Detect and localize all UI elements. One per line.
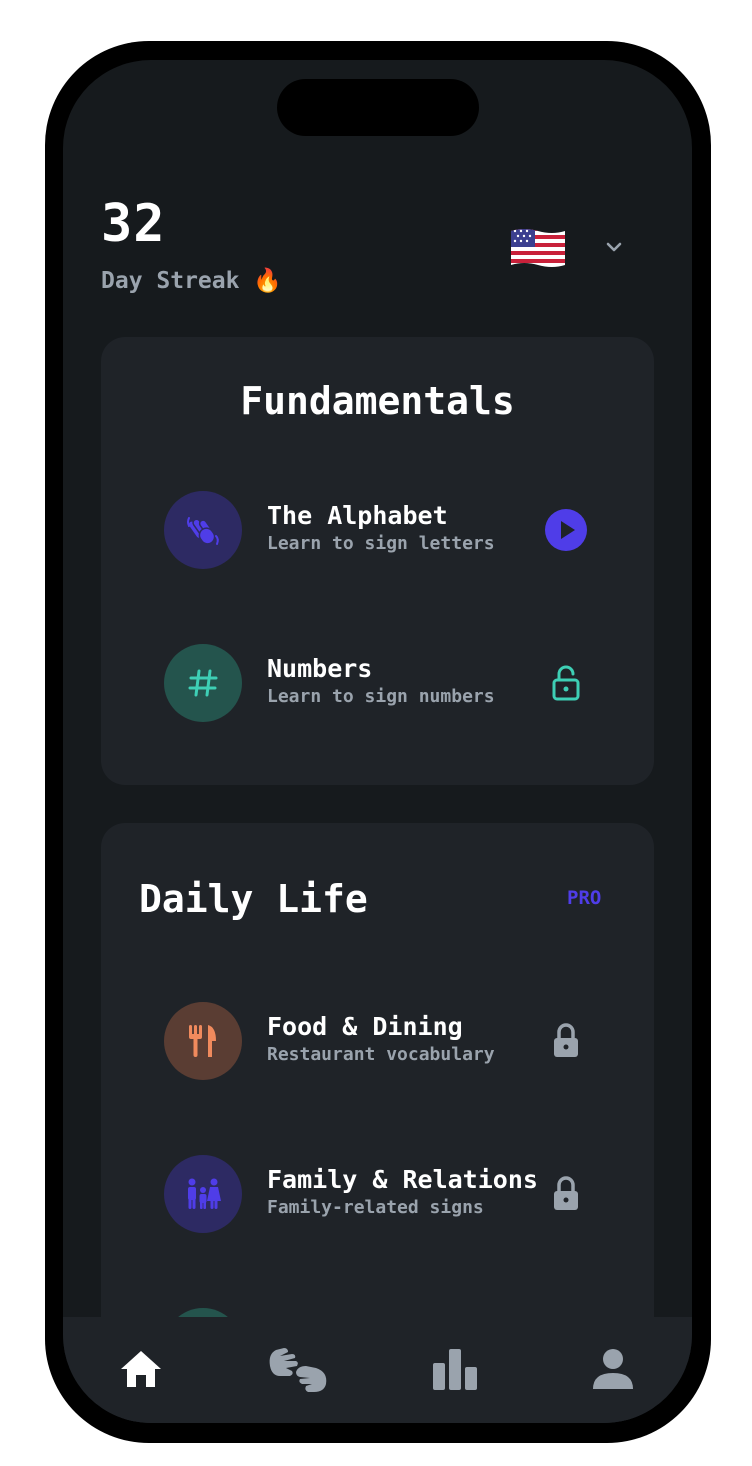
lock-icon — [554, 1023, 578, 1057]
section-title: Fundamentals — [240, 379, 515, 423]
dynamic-island — [277, 79, 479, 136]
lesson-subtitle: Restaurant vocabulary — [267, 1044, 495, 1065]
language-selector[interactable] — [509, 220, 639, 274]
pro-badge: PRO — [567, 887, 602, 909]
section-title: Daily Life — [139, 877, 368, 921]
home-icon — [121, 1351, 161, 1387]
lesson-title: The Alphabet — [267, 501, 448, 530]
lesson-subtitle: Learn to sign numbers — [267, 686, 495, 707]
tab-profile[interactable] — [578, 1339, 648, 1399]
lesson-title: Numbers — [267, 654, 373, 683]
app-screen: 32 Day Streak 🔥 Fundamentals The Alphabe… — [63, 60, 692, 1423]
stats-icon — [433, 1349, 477, 1390]
utensils-icon — [164, 1002, 242, 1080]
streak-label: Day Streak 🔥 — [101, 268, 282, 294]
tab-stats[interactable] — [420, 1339, 490, 1399]
lesson-item-family[interactable]: Family & Relations Family-related signs — [164, 1155, 594, 1233]
lesson-subtitle: Family-related signs — [267, 1197, 484, 1218]
lesson-item-numbers[interactable]: Numbers Learn to sign numbers — [164, 644, 594, 722]
lesson-title: Family & Relations — [267, 1165, 538, 1194]
tab-home[interactable] — [106, 1339, 176, 1399]
unlock-icon — [552, 665, 580, 701]
family-icon — [164, 1155, 242, 1233]
lock-button[interactable] — [542, 1170, 590, 1218]
tab-practice[interactable] — [263, 1339, 333, 1399]
tab-bar — [63, 1317, 692, 1423]
streak-count: 32 — [101, 194, 166, 254]
us-flag-icon — [511, 229, 565, 267]
lesson-item-alphabet[interactable]: The Alphabet Learn to sign letters — [164, 491, 594, 569]
lock-button[interactable] — [542, 1017, 590, 1065]
lock-icon — [554, 1176, 578, 1210]
lesson-subtitle: Learn to sign letters — [267, 533, 495, 554]
hand-wave-icon — [164, 491, 242, 569]
lesson-title: Food & Dining — [267, 1012, 463, 1041]
profile-icon — [593, 1349, 633, 1389]
sign-language-icon — [269, 1348, 327, 1392]
play-icon — [545, 509, 587, 551]
section-card-fundamentals: Fundamentals The Alphabet Learn to sign … — [101, 337, 654, 785]
unlock-button[interactable] — [542, 659, 590, 707]
lesson-item-food[interactable]: Food & Dining Restaurant vocabulary — [164, 1002, 594, 1080]
play-button[interactable] — [542, 506, 590, 554]
hash-icon — [164, 644, 242, 722]
chevron-down-icon — [606, 242, 622, 252]
